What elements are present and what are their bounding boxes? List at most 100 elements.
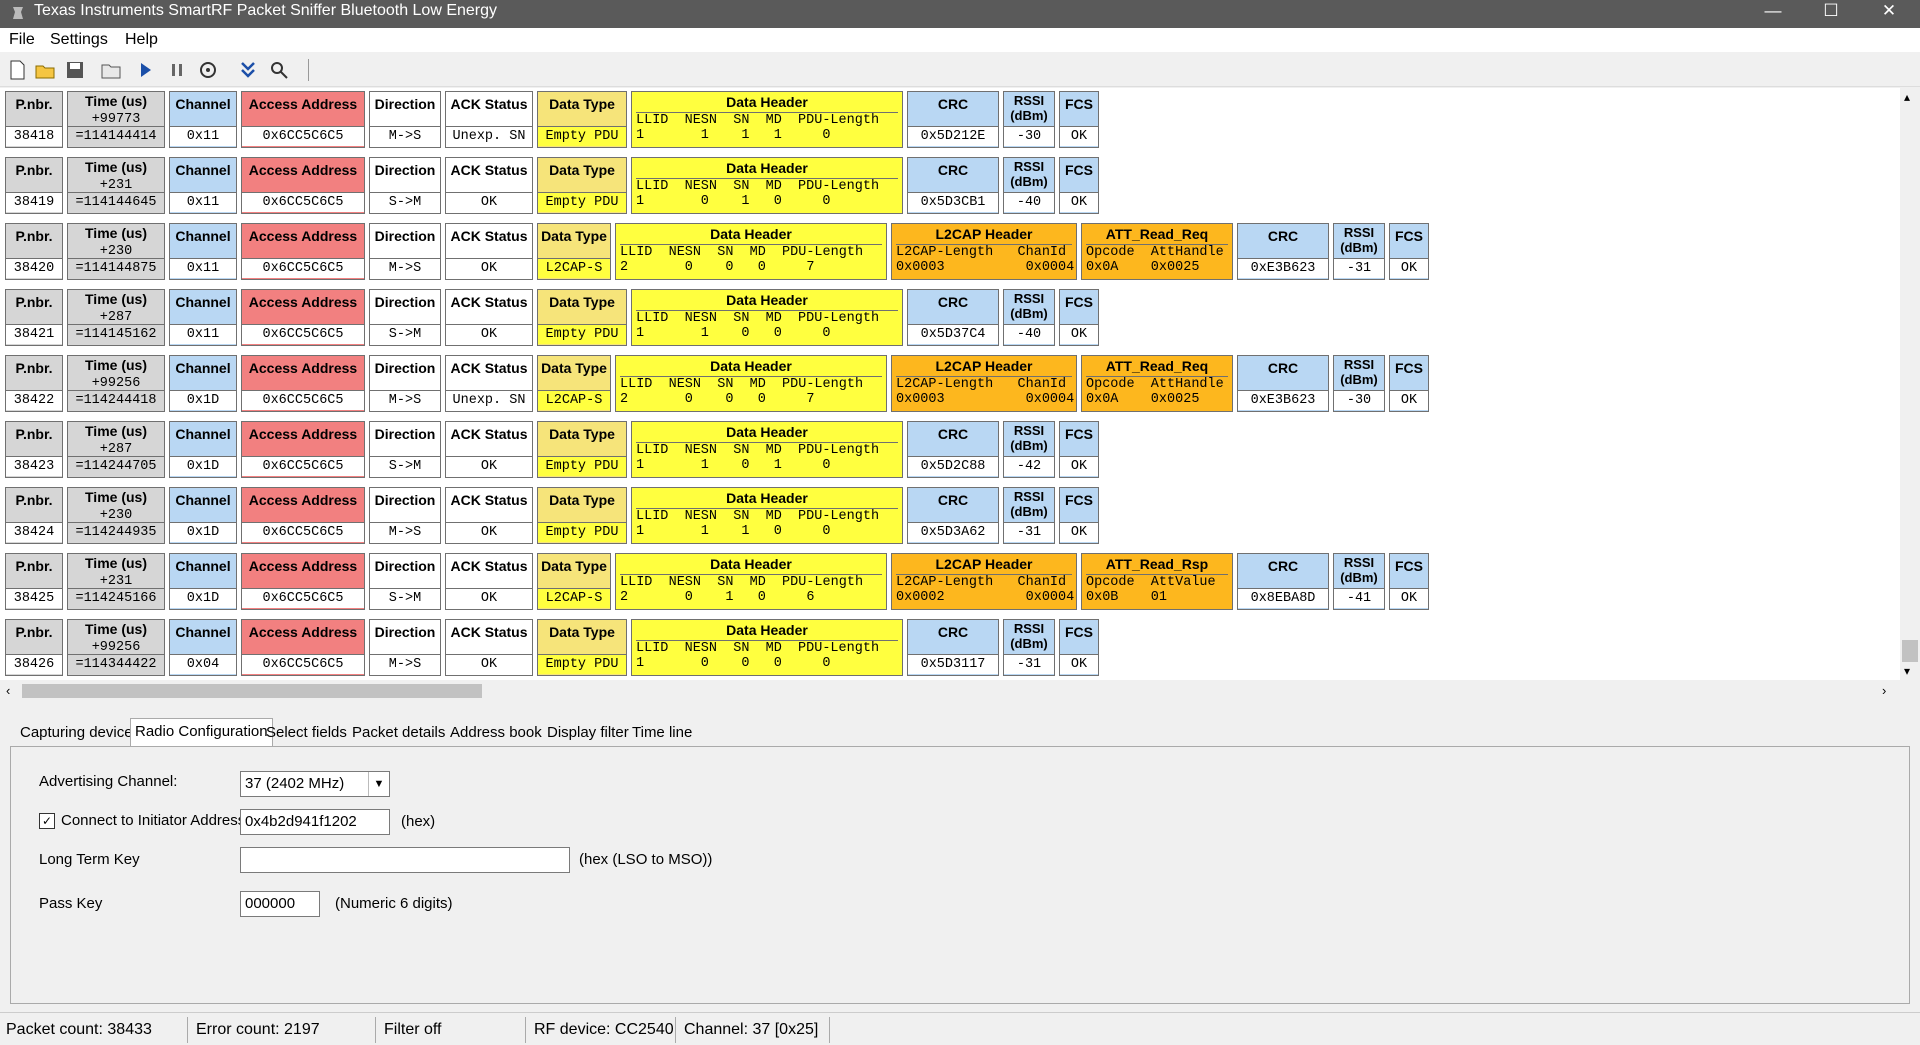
cell-data-header[interactable]: Data Header LLID NESN SN MD PDU-Length 1 0… [631,619,903,676]
cell-channel[interactable]: Channel 0x04 [169,619,237,676]
cell-data-type[interactable]: Data Type L2CAP-S [537,553,611,610]
cell-direction[interactable]: Direction M->S [369,355,441,412]
tab-radio-configuration[interactable]: Radio Configuration [130,718,273,747]
cell-data-header[interactable]: Data Header LLID NESN SN MD PDU-Length 2 0… [615,223,887,280]
packet-row[interactable]: P.nbr. 38420 Time (us) +230 =114144875 Channe… [0,220,1900,286]
packet-row[interactable]: P.nbr. 38425 Time (us) +231 =114245166 Channe… [0,550,1900,616]
cell-time[interactable]: Time (us) +231 =114245166 [67,553,165,610]
cell-ack-status[interactable]: ACK Status OK [445,487,533,544]
cell-pnbr[interactable]: P.nbr. 38422 [5,355,63,412]
cell-fcs[interactable]: FCS OK [1389,553,1429,610]
tab-select-fields[interactable]: Select fields [262,722,351,744]
cell-channel[interactable]: Channel 0x1D [169,421,237,478]
cell-pnbr[interactable]: P.nbr. 38425 [5,553,63,610]
cell-fcs[interactable]: FCS OK [1059,289,1099,346]
cell-direction[interactable]: Direction S->M [369,553,441,610]
cell-crc[interactable]: CRC 0x5D3A62 [907,487,999,544]
scroll-up-icon[interactable]: ▴ [1904,90,1910,104]
cell-data-type[interactable]: Data Type Empty PDU [537,91,627,148]
cell-rssi[interactable]: RSSI (dBm) -31 [1003,487,1055,544]
open-icon[interactable] [34,59,56,81]
cell-data-header[interactable]: Data Header LLID NESN SN MD PDU-Length 1 1… [631,421,903,478]
pause-icon[interactable] [166,59,188,81]
vertical-scrollbar[interactable]: ▴ ▾ [1900,88,1920,680]
play-icon[interactable] [134,59,156,81]
long-term-key-input[interactable] [240,847,570,873]
tab-time-line[interactable]: Time line [628,722,696,744]
cell-fcs[interactable]: FCS OK [1059,619,1099,676]
cell-time[interactable]: Time (us) +230 =114144875 [67,223,165,280]
adv-channel-select[interactable]: 37 (2402 MHz) ▼ [240,771,390,797]
cell-access-address[interactable]: Access Address 0x6CC5C6C5 [241,355,365,412]
cell-l2cap-header[interactable]: L2CAP Header L2CAP-Length ChanId 0x0003 0x… [891,355,1077,412]
cell-crc[interactable]: CRC 0xE3B623 [1237,223,1329,280]
cell-channel[interactable]: Channel 0x11 [169,289,237,346]
cell-crc[interactable]: CRC 0xE3B623 [1237,355,1329,412]
menu-settings[interactable]: Settings [50,31,108,49]
passkey-input[interactable]: 000000 [240,891,320,917]
cell-rssi[interactable]: RSSI (dBm) -40 [1003,289,1055,346]
cell-channel[interactable]: Channel 0x1D [169,553,237,610]
cell-rssi[interactable]: RSSI (dBm) -31 [1333,223,1385,280]
cell-direction[interactable]: Direction M->S [369,619,441,676]
cell-data-header[interactable]: Data Header LLID NESN SN MD PDU-Length 2 0… [615,553,887,610]
cell-crc[interactable]: CRC 0x5D37C4 [907,289,999,346]
cell-rssi[interactable]: RSSI (dBm) -40 [1003,157,1055,214]
config-icon[interactable] [197,59,219,81]
close-button[interactable]: ✕ [1860,0,1918,21]
cell-data-type[interactable]: Data Type Empty PDU [537,157,627,214]
cell-fcs[interactable]: FCS OK [1059,487,1099,544]
cell-fcs[interactable]: FCS OK [1059,91,1099,148]
cell-rssi[interactable]: RSSI (dBm) -31 [1003,619,1055,676]
packet-row[interactable]: P.nbr. 38423 Time (us) +287 =114244705 Channe… [0,418,1900,484]
cell-data-type[interactable]: Data Type Empty PDU [537,421,627,478]
cell-att-payload[interactable]: ATT_Read_Req Opcode AttHandle 0x0A 0x0025 [1081,223,1233,280]
cell-time[interactable]: Time (us) +99256 =114244418 [67,355,165,412]
cell-pnbr[interactable]: P.nbr. 38419 [5,157,63,214]
cell-data-type[interactable]: Data Type Empty PDU [537,487,627,544]
minimize-button[interactable]: — [1744,0,1802,21]
cell-pnbr[interactable]: P.nbr. 38421 [5,289,63,346]
cell-channel[interactable]: Channel 0x11 [169,157,237,214]
cell-data-header[interactable]: Data Header LLID NESN SN MD PDU-Length 1 1… [631,487,903,544]
tab-display-filter[interactable]: Display filter [543,722,633,744]
maximize-button[interactable]: ☐ [1802,0,1860,21]
cell-access-address[interactable]: Access Address 0x6CC5C6C5 [241,553,365,610]
connect-checkbox[interactable]: ✓ [39,813,55,829]
scroll-down-icon[interactable] [237,59,259,81]
cell-time[interactable]: Time (us) +231 =114144645 [67,157,165,214]
cell-crc[interactable]: CRC 0x5D212E [907,91,999,148]
cell-rssi[interactable]: RSSI (dBm) -30 [1003,91,1055,148]
chevron-down-icon[interactable]: ▼ [368,772,389,796]
cell-ack-status[interactable]: ACK Status OK [445,157,533,214]
packet-row[interactable]: P.nbr. 38421 Time (us) +287 =114145162 Channe… [0,286,1900,352]
cell-crc[interactable]: CRC 0x5D3117 [907,619,999,676]
packet-row[interactable]: P.nbr. 38418 Time (us) +99773 =114144414 Chan… [0,88,1900,154]
cell-fcs[interactable]: FCS OK [1389,223,1429,280]
cell-data-type[interactable]: Data Type L2CAP-S [537,355,611,412]
cell-channel[interactable]: Channel 0x1D [169,355,237,412]
cell-direction[interactable]: Direction S->M [369,289,441,346]
cell-ack-status[interactable]: ACK Status OK [445,289,533,346]
cell-l2cap-header[interactable]: L2CAP Header L2CAP-Length ChanId 0x0003 0x… [891,223,1077,280]
cell-time[interactable]: Time (us) +230 =114244935 [67,487,165,544]
packet-row[interactable]: P.nbr. 38424 Time (us) +230 =114244935 Channe… [0,484,1900,550]
cell-pnbr[interactable]: P.nbr. 38423 [5,421,63,478]
packet-list[interactable]: P.nbr. 38418 Time (us) +99773 =114144414 Chan… [0,88,1900,680]
cell-fcs[interactable]: FCS OK [1389,355,1429,412]
cell-data-header[interactable]: Data Header LLID NESN SN MD PDU-Length 1 0… [631,157,903,214]
cell-data-type[interactable]: Data Type Empty PDU [537,289,627,346]
cell-access-address[interactable]: Access Address 0x6CC5C6C5 [241,421,365,478]
scroll-left-icon[interactable]: ‹ [6,683,10,698]
cell-channel[interactable]: Channel 0x1D [169,487,237,544]
cell-ack-status[interactable]: ACK Status OK [445,619,533,676]
cell-pnbr[interactable]: P.nbr. 38420 [5,223,63,280]
horizontal-scroll-thumb[interactable] [22,684,482,698]
cell-l2cap-header[interactable]: L2CAP Header L2CAP-Length ChanId 0x0002 0x… [891,553,1077,610]
tab-address-book[interactable]: Address book [446,722,546,744]
cell-data-header[interactable]: Data Header LLID NESN SN MD PDU-Length 1 1… [631,289,903,346]
folder-icon[interactable] [100,59,122,81]
packet-row[interactable]: P.nbr. 38426 Time (us) +99256 =114344422 Chan… [0,616,1900,680]
cell-rssi[interactable]: RSSI (dBm) -41 [1333,553,1385,610]
cell-crc[interactable]: CRC 0x5D2C88 [907,421,999,478]
